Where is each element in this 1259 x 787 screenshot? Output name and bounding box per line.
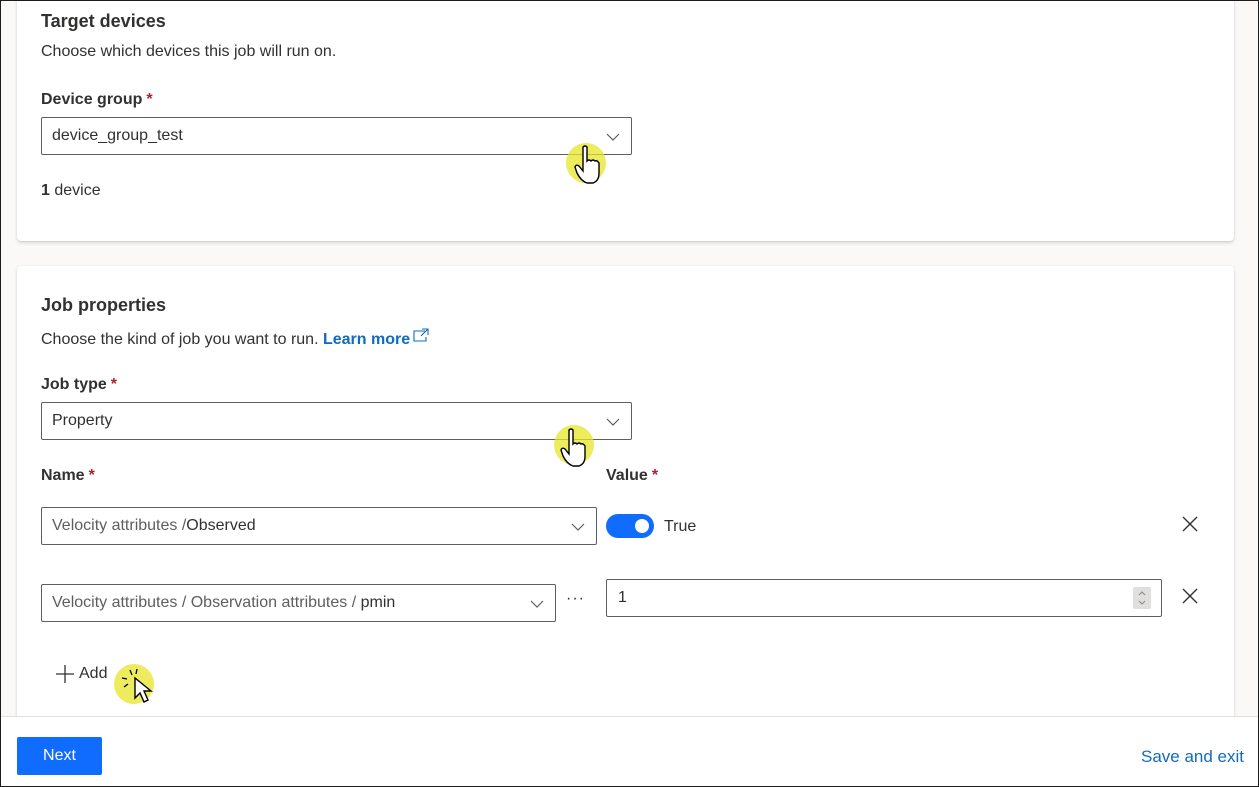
- job-type-dropdown[interactable]: Property: [41, 402, 632, 440]
- property-leaf: pmin: [360, 594, 396, 611]
- required-marker: *: [88, 467, 95, 484]
- target-devices-title: Target devices: [41, 11, 166, 31]
- learn-more-link[interactable]: Learn more: [322, 328, 429, 348]
- save-and-exit-link[interactable]: Save and exit: [1141, 747, 1244, 767]
- job-properties-card: Job properties Choose the kind of job yo…: [17, 266, 1234, 716]
- remove-row-2-close-icon[interactable]: [1180, 586, 1200, 606]
- device-group-label: Device group *: [41, 91, 153, 109]
- plus-icon: [56, 665, 74, 683]
- value-number-text: 1: [618, 589, 627, 606]
- next-button[interactable]: Next: [17, 737, 102, 775]
- property-leaf: Observed: [186, 517, 256, 534]
- chevron-down-icon: [606, 418, 620, 426]
- job-type-value: Property: [52, 412, 113, 429]
- job-properties-description-text: Choose the kind of job you want to run.: [41, 331, 319, 348]
- device-count: 1 device: [41, 182, 101, 200]
- value-toggle[interactable]: [606, 514, 654, 538]
- chevron-down-icon: [606, 133, 620, 141]
- property-name-dropdown-2[interactable]: Velocity attributes / Observation attrib…: [41, 584, 556, 622]
- property-path: Velocity attributes / Observation attrib…: [52, 594, 361, 611]
- property-name-dropdown-1[interactable]: Velocity attributes / Observed: [41, 507, 597, 545]
- job-properties-title: Job properties: [41, 295, 167, 315]
- device-group-value: device_group_test: [52, 127, 183, 144]
- spinner-arrows-icon: [1138, 591, 1146, 605]
- chevron-down-icon: [571, 523, 585, 531]
- property-path: Velocity attributes /: [52, 517, 187, 534]
- value-label-text: Value: [606, 467, 648, 484]
- add-property-button[interactable]: Add: [55, 664, 107, 684]
- chevron-down-icon: [530, 600, 544, 608]
- learn-more-text: Learn more: [322, 331, 411, 348]
- remove-row-1-close-icon[interactable]: [1180, 514, 1200, 534]
- name-label-text: Name: [41, 467, 85, 484]
- external-link-icon: [413, 328, 429, 342]
- target-devices-card: Target devices Choose which devices this…: [17, 1, 1234, 241]
- device-count-suffix: device: [49, 182, 101, 199]
- number-spinner[interactable]: [1133, 587, 1151, 609]
- job-type-label: Job type *: [41, 376, 117, 394]
- more-options-button[interactable]: ···: [566, 590, 585, 608]
- scroll-area[interactable]: Target devices Choose which devices this…: [1, 1, 1258, 716]
- add-label: Add: [79, 665, 108, 682]
- toggle-knob: [635, 519, 649, 533]
- job-type-label-text: Job type: [41, 376, 107, 393]
- required-marker: *: [146, 91, 153, 108]
- device-group-label-text: Device group: [41, 91, 143, 108]
- value-column-label: Value *: [606, 467, 658, 485]
- name-column-label: Name *: [41, 467, 95, 485]
- device-count-number: 1: [41, 182, 50, 199]
- required-marker: *: [651, 467, 659, 484]
- toggle-label: True: [664, 518, 697, 535]
- value-number-input[interactable]: 1: [606, 579, 1162, 617]
- required-marker: *: [110, 376, 118, 393]
- job-properties-description: Choose the kind of job you want to run. …: [41, 328, 429, 349]
- target-devices-description: Choose which devices this job will run o…: [41, 43, 337, 60]
- footer-bar: Next Save and exit: [1, 716, 1258, 786]
- device-group-dropdown[interactable]: device_group_test: [41, 117, 632, 155]
